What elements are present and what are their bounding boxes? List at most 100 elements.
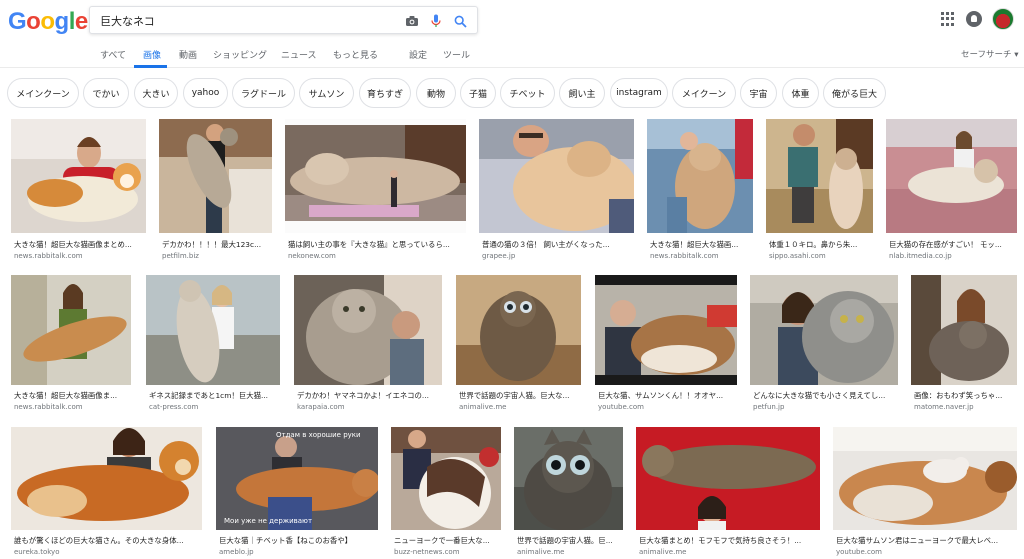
safe-search-toggle[interactable]: セーフサーチ ▾ — [961, 48, 1018, 60]
image-result[interactable]: 猫は飼い主の事を『大きな猫』と思っているら... nekonew.com — [285, 119, 466, 262]
result-thumbnail[interactable] — [766, 119, 873, 233]
result-thumbnail[interactable] — [11, 275, 131, 385]
result-thumbnail[interactable] — [636, 427, 820, 530]
image-result[interactable]: ニューヨークで一番巨大な... buzz-netnews.com — [391, 427, 501, 559]
chip-ragdoll[interactable]: ラグドール — [232, 78, 295, 108]
result-title[interactable]: 大きな猫！超巨大な猫画像まとめ... — [14, 239, 146, 250]
search-tabs: すべて 画像 動画 ショッピング ニュース もっと見る 設定 ツール セーフサー… — [0, 44, 1024, 68]
image-result[interactable]: 世界で話題の宇宙人猫。巨... animalive.me — [514, 427, 623, 559]
result-title[interactable]: 体重１０キロ。鼻から朱... — [769, 239, 873, 250]
image-result[interactable]: 大きな猫！超巨大な猫画像まとめ... news.rabbitalk.com — [11, 119, 146, 262]
image-result[interactable]: 大きな猫！超巨大な猫画像ま... news.rabbitalk.com — [11, 275, 131, 414]
result-title[interactable]: ニューヨークで一番巨大な... — [394, 535, 501, 546]
notifications-icon[interactable] — [966, 11, 982, 27]
image-result[interactable]: Отдам в хорошие руки Мои уже не держиваю… — [216, 427, 378, 559]
image-result[interactable]: 画像：おもわず笑っちゃ... matome.naver.jp — [911, 275, 1017, 414]
chip-taijuu[interactable]: 体重 — [782, 78, 819, 108]
result-title[interactable]: ギネス記録まであと1cm！巨大猫... — [149, 390, 280, 401]
result-title[interactable]: 巨大な猫、サムソンくん！！オオヤ... — [598, 390, 737, 401]
image-result[interactable]: どんなに大きな猫でも小さく見えてし... petfun.jp — [750, 275, 898, 414]
result-title[interactable]: どんなに大きな猫でも小さく見えてし... — [753, 390, 898, 401]
tab-videos[interactable]: 動画 — [179, 48, 197, 61]
image-result[interactable]: 世界で話題の宇宙人猫。巨大な... animalive.me — [456, 275, 581, 414]
result-thumbnail[interactable] — [750, 275, 898, 385]
result-title[interactable]: 巨大な猫サムソン君はニューヨークで最大レベ... — [836, 535, 1017, 546]
chip-yahoo[interactable]: yahoo — [183, 78, 228, 108]
result-thumbnail[interactable] — [294, 275, 442, 385]
result-title[interactable]: デカかわ！！！！最大123c... — [162, 239, 272, 250]
result-thumbnail[interactable] — [216, 427, 378, 530]
result-source: petfun.jp — [753, 403, 785, 411]
result-title[interactable]: 画像：おもわず笑っちゃ... — [914, 390, 1017, 401]
logo-letter: o — [40, 8, 55, 35]
image-result[interactable]: 巨大な猫まとめ！モフモフで気持ち良さそう！... animalive.me — [636, 427, 820, 559]
account-avatar[interactable] — [992, 8, 1014, 30]
chip-ookii[interactable]: 大きい — [134, 78, 178, 108]
result-source: cat-press.com — [149, 403, 199, 411]
tab-all[interactable]: すべて — [100, 48, 126, 61]
result-thumbnail[interactable] — [514, 427, 623, 530]
result-source: news.rabbitalk.com — [14, 403, 83, 411]
chip-uchuu[interactable]: 宇宙 — [740, 78, 777, 108]
result-thumbnail[interactable] — [479, 119, 634, 233]
result-thumbnail[interactable] — [456, 275, 581, 385]
result-title[interactable]: 巨大猫の存在感がすごい！ モッ... — [889, 239, 1017, 250]
result-title[interactable]: 大きな猫！超巨大な猫画像ま... — [14, 390, 131, 401]
image-result[interactable]: デカかわ！ヤマネコかよ！イエネコの... karapaia.com — [294, 275, 442, 414]
chip-oregaru-kyodai[interactable]: 俺がる巨大 — [823, 78, 886, 108]
image-result[interactable]: 普通の猫の３倍！ 飼い主がくなった... grapee.jp — [479, 119, 634, 262]
result-title[interactable]: 大きな猫！超巨大な猫画... — [650, 239, 753, 250]
result-title[interactable]: 世界で話題の宇宙人猫。巨... — [517, 535, 623, 546]
camera-icon[interactable] — [403, 12, 421, 30]
chip-doubutsu[interactable]: 動物 — [416, 78, 456, 108]
tab-more[interactable]: もっと見る — [333, 48, 378, 61]
result-title[interactable]: 普通の猫の３倍！ 飼い主がくなった... — [482, 239, 634, 250]
result-title[interactable]: 誰もが驚くほどの巨大な猫さん。その大きな身体... — [14, 535, 202, 546]
result-thumbnail[interactable] — [11, 119, 146, 233]
google-logo[interactable]: Google — [8, 8, 88, 36]
chip-sodachisugi[interactable]: 育ちすぎ — [359, 78, 411, 108]
result-title[interactable]: 巨大な猫｜チベット香【ねこのお香や】 — [219, 535, 378, 546]
result-title[interactable]: 巨大な猫まとめ！モフモフで気持ち良さそう！... — [639, 535, 820, 546]
tab-images[interactable]: 画像 — [143, 48, 161, 61]
image-result[interactable]: 巨大な猫、サムソンくん！！オオヤ... youtube.com — [595, 275, 737, 414]
chip-dekai[interactable]: でかい — [83, 78, 129, 108]
chip-koneko[interactable]: 子猫 — [460, 78, 496, 108]
result-thumbnail[interactable] — [159, 119, 272, 233]
chip-tibet[interactable]: チベット — [500, 78, 555, 108]
result-thumbnail[interactable] — [146, 275, 280, 385]
image-result[interactable]: 巨大猫の存在感がすごい！ モッ... nlab.itmedia.co.jp — [886, 119, 1017, 262]
image-result[interactable]: 大きな猫！超巨大な猫画... news.rabbitalk.com — [647, 119, 753, 262]
result-thumbnail[interactable] — [391, 427, 501, 530]
search-box[interactable]: 巨大なネコ — [89, 6, 478, 34]
chip-instagram[interactable]: instagram — [610, 78, 668, 108]
result-thumbnail[interactable] — [595, 275, 737, 385]
chip-meikuun[interactable]: メイクーン — [672, 78, 736, 108]
chip-kainushi[interactable]: 飼い主 — [559, 78, 605, 108]
image-result[interactable]: 誰もが驚くほどの巨大な猫さん。その大きな身体... eureka.tokyo — [11, 427, 202, 559]
tab-shopping[interactable]: ショッピング — [213, 48, 267, 61]
result-thumbnail[interactable] — [911, 275, 1017, 385]
result-source: buzz-netnews.com — [394, 548, 460, 556]
image-result[interactable]: 体重１０キロ。鼻から朱... sippo.asahi.com — [766, 119, 873, 262]
tab-tools[interactable]: ツール — [443, 48, 470, 61]
search-input[interactable]: 巨大なネコ — [100, 13, 155, 29]
search-icon[interactable] — [451, 12, 469, 30]
tab-news[interactable]: ニュース — [281, 48, 317, 61]
apps-grid-icon[interactable] — [941, 12, 955, 26]
tab-settings[interactable]: 設定 — [409, 48, 427, 61]
image-result[interactable]: 巨大な猫サムソン君はニューヨークで最大レベ... youtube.com — [833, 427, 1017, 559]
chip-maine-coon[interactable]: メインクーン — [7, 78, 79, 108]
result-thumbnail[interactable] — [285, 119, 466, 233]
result-title[interactable]: 猫は飼い主の事を『大きな猫』と思っているら... — [288, 239, 466, 250]
result-thumbnail[interactable] — [833, 427, 1017, 530]
result-thumbnail[interactable] — [886, 119, 1017, 233]
microphone-icon[interactable] — [427, 12, 445, 30]
chip-samson[interactable]: サムソン — [299, 78, 354, 108]
result-thumbnail[interactable] — [11, 427, 202, 530]
result-thumbnail[interactable] — [647, 119, 753, 233]
image-result[interactable]: デカかわ！！！！最大123c... petfilm.biz — [159, 119, 272, 262]
result-title[interactable]: 世界で話題の宇宙人猫。巨大な... — [459, 390, 581, 401]
result-title[interactable]: デカかわ！ヤマネコかよ！イエネコの... — [297, 390, 442, 401]
image-result[interactable]: ギネス記録まであと1cm！巨大猫... cat-press.com — [146, 275, 280, 414]
